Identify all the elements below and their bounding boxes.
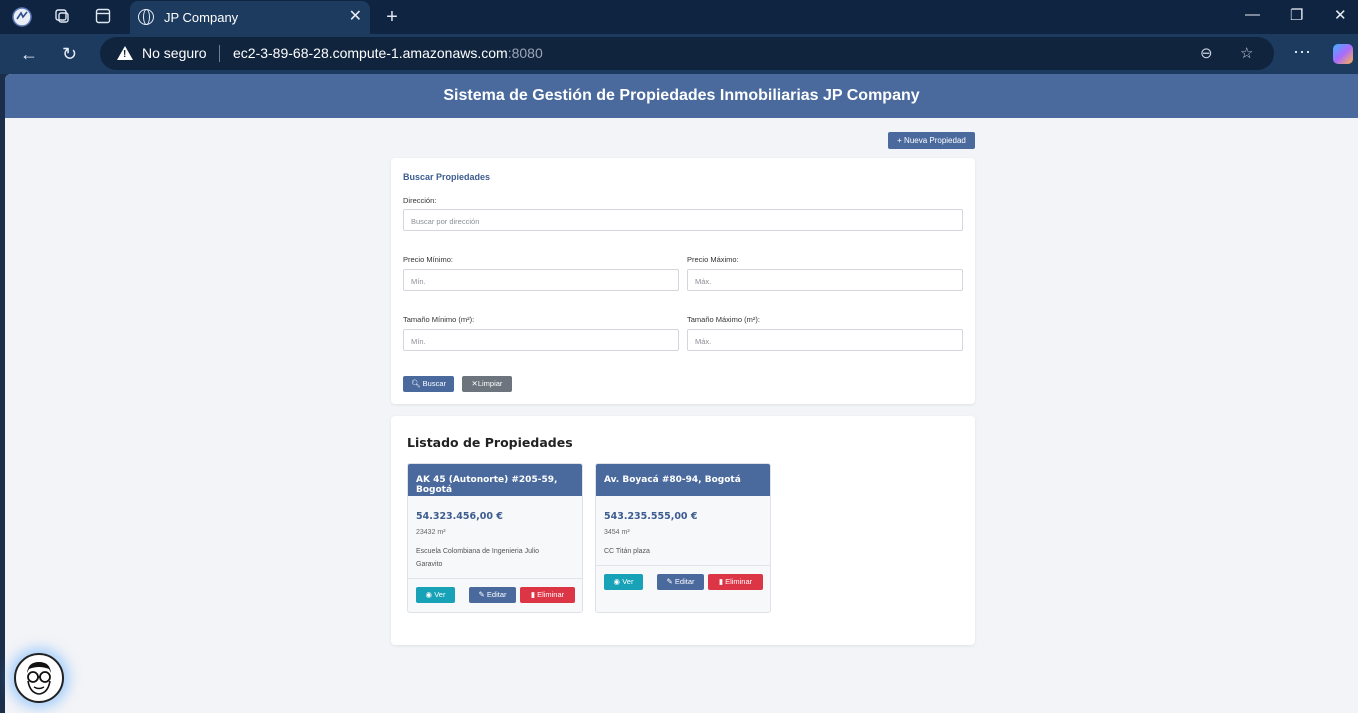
tab-title: JP Company <box>164 10 239 25</box>
browser-nav-bar: ← ↻ ! No seguro ec2-3-89-68-28.compute-1… <box>0 34 1358 74</box>
price-max-label: Precio Máximo: <box>687 255 739 264</box>
size-max-label: Tamaño Máximo (m²): <box>687 315 760 324</box>
property-description: CC Titán plaza <box>604 548 650 555</box>
address-bar[interactable]: ! No seguro ec2-3-89-68-28.compute-1.ama… <box>100 37 1274 70</box>
property-price: 543.235.555,00 € <box>604 511 698 522</box>
edit-icon: ✎ <box>478 590 485 599</box>
zoom-icon[interactable]: ⊖ <box>1200 44 1213 62</box>
size-min-label: Tamaño Mínimo (m²): <box>403 315 475 324</box>
page-title: Sistema de Gestión de Propiedades Inmobi… <box>5 74 1358 118</box>
search-title: Buscar Propiedades <box>403 172 491 182</box>
edit-button[interactable]: ✎ Editar <box>657 574 704 590</box>
clear-button-label: Limpiar <box>477 379 503 388</box>
url-port: :8080 <box>507 45 543 61</box>
delete-button-label: Eliminar <box>725 577 753 586</box>
view-button[interactable]: ◉ Ver <box>604 574 643 590</box>
property-size: 3454 m² <box>604 529 630 536</box>
search-button[interactable]: 🔍︎ Buscar <box>403 376 454 392</box>
more-menu-icon[interactable]: ⋯ <box>1293 42 1311 62</box>
listing-panel: Listado de Propiedades AK 45 (Autonorte)… <box>391 416 975 645</box>
edit-button[interactable]: ✎ Editar <box>469 587 516 603</box>
card-divider <box>596 565 770 566</box>
profile-icon[interactable] <box>12 7 32 27</box>
delete-button-label: Eliminar <box>537 590 565 599</box>
tab-jp-company[interactable]: JP Company ✕ <box>130 1 370 34</box>
view-button-label: Ver <box>622 577 634 586</box>
view-button[interactable]: ◉ Ver <box>416 587 455 603</box>
workspaces-icon[interactable] <box>52 7 72 27</box>
minimize-icon[interactable]: — <box>1245 6 1260 23</box>
trash-icon: ▮ <box>530 590 535 599</box>
property-price: 54.323.456,00 € <box>416 511 503 522</box>
price-min-label: Precio Mínimo: <box>403 255 454 264</box>
trash-icon: ▮ <box>718 577 723 586</box>
address-input[interactable]: Buscar por dirección <box>403 209 963 231</box>
delete-button[interactable]: ▮ Eliminar <box>708 574 763 590</box>
price-min-input[interactable]: Mín. <box>403 269 679 291</box>
size-min-input[interactable]: Mín. <box>403 329 679 351</box>
new-property-button[interactable]: + Nueva Propiedad <box>888 132 975 149</box>
close-window-icon[interactable]: ✕ <box>1334 6 1347 24</box>
card-divider <box>408 578 582 579</box>
new-tab-icon[interactable]: + <box>382 7 402 27</box>
divider <box>219 45 220 62</box>
property-description: Escuela Colombiana de Ingenieria Julio G… <box>416 548 539 568</box>
security-label[interactable]: No seguro <box>142 45 207 61</box>
search-icon: 🔍︎ <box>411 379 421 388</box>
eye-icon: ◉ <box>425 590 433 599</box>
property-card: AK 45 (Autonorte) #205-59, Bogotá 54.323… <box>407 463 583 613</box>
property-size: 23432 m² <box>416 529 446 536</box>
page-viewport: Sistema de Gestión de Propiedades Inmobi… <box>5 74 1358 713</box>
size-max-input[interactable]: Máx. <box>687 329 963 351</box>
close-tab-icon[interactable]: ✕ <box>349 8 362 26</box>
property-card: Av. Boyacá #80-94, Bogotá 543.235.555,00… <box>595 463 771 613</box>
address-label: Dirección: <box>403 196 437 205</box>
edit-button-label: Editar <box>486 590 507 599</box>
reload-icon[interactable]: ↻ <box>62 44 77 64</box>
assistant-avatar[interactable] <box>14 653 64 703</box>
property-address: AK 45 (Autonorte) #205-59, Bogotá <box>408 464 582 496</box>
back-icon[interactable]: ← <box>20 44 38 64</box>
globe-icon <box>138 9 154 25</box>
browser-tab-bar: JP Company ✕ + — ❐ ✕ <box>0 0 1358 34</box>
url-text[interactable]: ec2-3-89-68-28.compute-1.amazonaws.com:8… <box>233 45 543 61</box>
url-host: ec2-3-89-68-28.compute-1.amazonaws.com <box>233 45 508 61</box>
edit-icon: ✎ <box>666 577 673 586</box>
edit-button-label: Editar <box>674 577 695 586</box>
restore-icon[interactable]: ❐ <box>1290 6 1303 24</box>
copilot-icon[interactable] <box>1333 44 1353 64</box>
property-address: Av. Boyacá #80-94, Bogotá <box>596 464 770 496</box>
eye-icon: ◉ <box>613 577 621 586</box>
delete-button[interactable]: ▮ Eliminar <box>520 587 575 603</box>
price-max-input[interactable]: Máx. <box>687 269 963 291</box>
tab-actions-icon[interactable] <box>93 7 113 27</box>
avatar-face-icon <box>27 662 51 695</box>
favorite-star-icon[interactable]: ☆ <box>1240 44 1253 62</box>
warning-icon: ! <box>117 46 133 60</box>
search-button-label: Buscar <box>422 379 446 388</box>
clear-button[interactable]: ✕Limpiar <box>462 376 512 392</box>
search-panel: Buscar Propiedades Dirección: Buscar por… <box>391 158 975 404</box>
view-button-label: Ver <box>434 590 446 599</box>
listing-title: Listado de Propiedades <box>407 435 573 450</box>
